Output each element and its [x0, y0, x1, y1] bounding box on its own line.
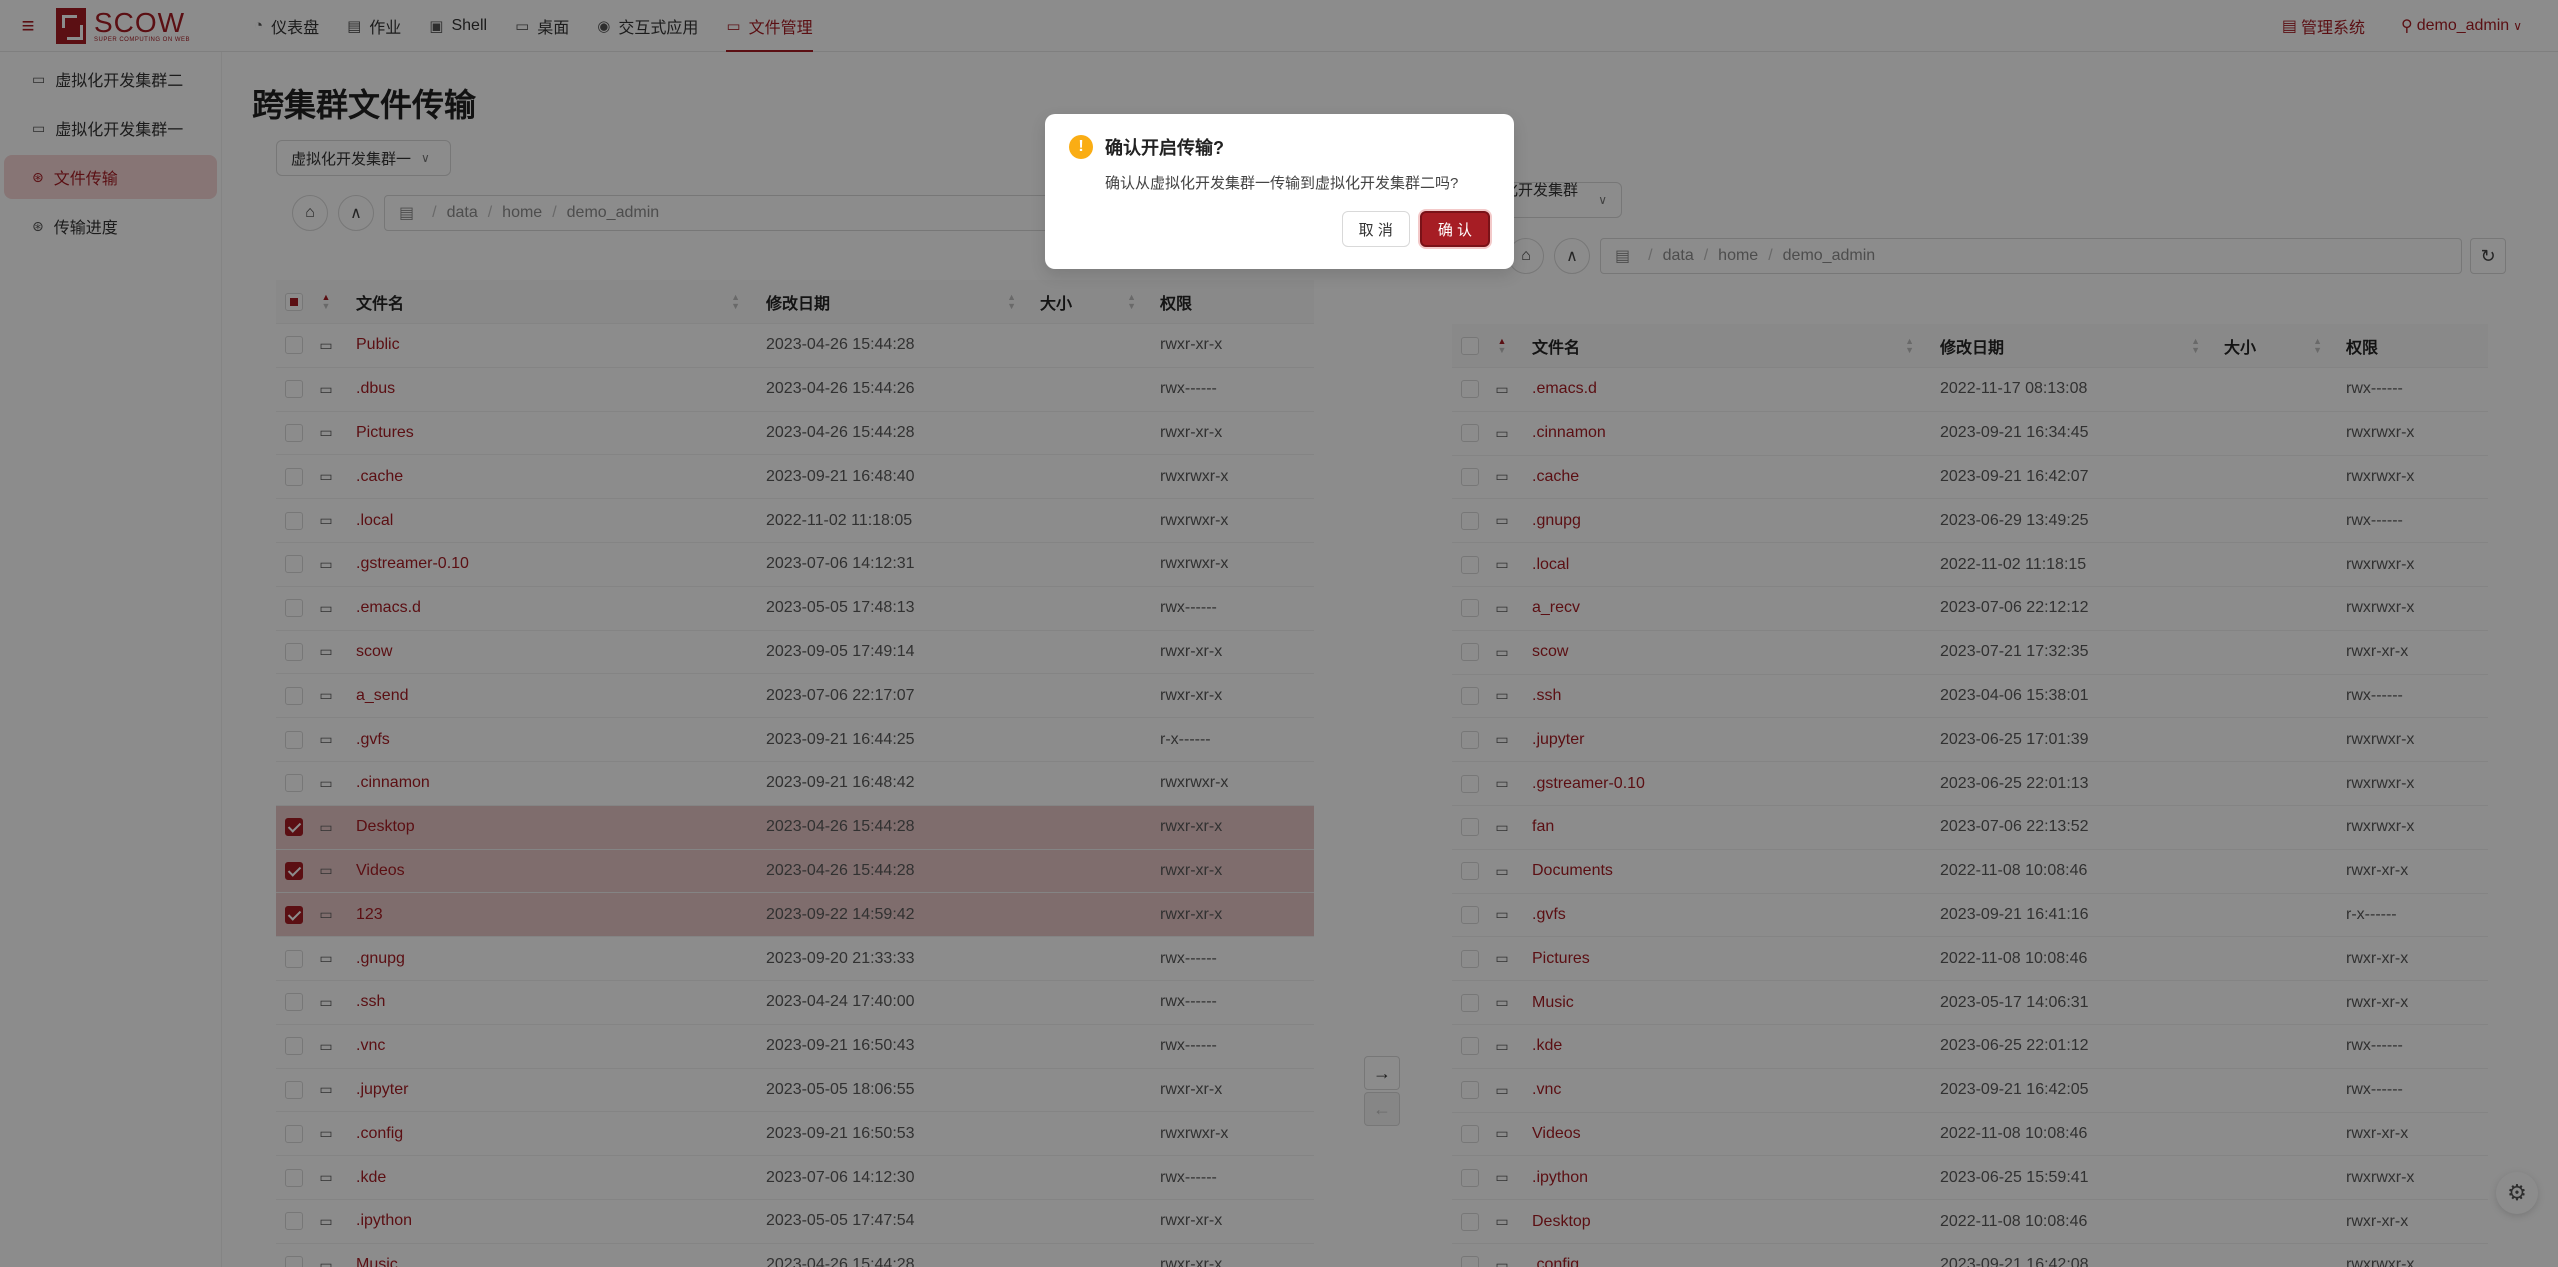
- warning-icon: !: [1069, 135, 1093, 159]
- cancel-button[interactable]: 取 消: [1341, 211, 1410, 247]
- dialog-title: 确认开启传输?: [1105, 138, 1224, 158]
- dialog-content: 确认从虚拟化开发集群一传输到虚拟化开发集群二吗?: [1105, 175, 1459, 192]
- confirm-transfer-dialog: ! 确认开启传输? 确认从虚拟化开发集群一传输到虚拟化开发集群二吗? 取 消 确…: [1045, 114, 1514, 269]
- confirm-button[interactable]: 确 认: [1419, 211, 1490, 247]
